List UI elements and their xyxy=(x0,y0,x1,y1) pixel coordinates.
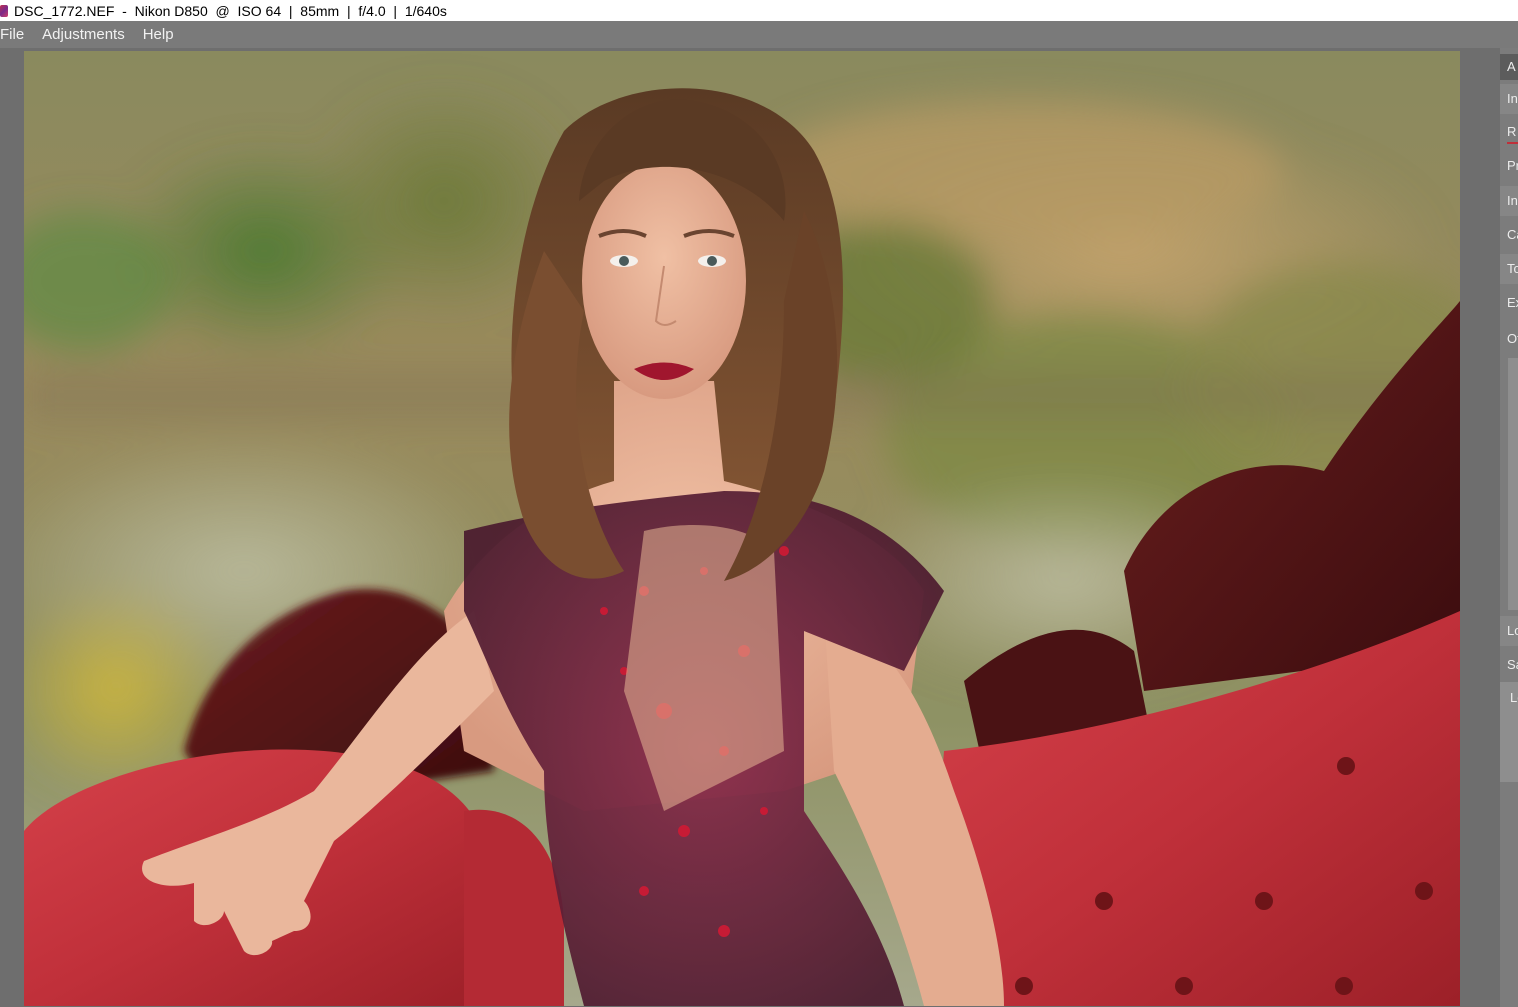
panel-section-label: In xyxy=(1507,193,1518,208)
panel-item-label: Ot xyxy=(1507,331,1518,346)
panel-header-label: A xyxy=(1507,59,1516,74)
photo-canvas[interactable] xyxy=(24,51,1460,1006)
panel-section-image[interactable]: In xyxy=(1500,84,1518,114)
panel-item-camera[interactable]: Ca xyxy=(1500,218,1518,252)
panel-section-tone[interactable]: To xyxy=(1500,254,1518,284)
panel-item-other[interactable]: Ot xyxy=(1500,322,1518,356)
panel-item-saturation[interactable]: Sa xyxy=(1500,648,1518,682)
active-tab-indicator xyxy=(1507,142,1518,144)
panel-item-label: Ex xyxy=(1507,295,1518,310)
menu-adjustments[interactable]: Adjustments xyxy=(33,21,134,48)
panel-section-input[interactable]: In xyxy=(1500,186,1518,216)
panel-item-exposure[interactable]: Ex xyxy=(1500,286,1518,320)
menu-file[interactable]: File xyxy=(0,21,33,48)
panel-item-profile[interactable]: Pr xyxy=(1500,150,1518,182)
panel-item-label: Sa xyxy=(1507,657,1518,672)
tone-curve-area[interactable] xyxy=(1508,358,1518,610)
panel-section-label: Lo xyxy=(1507,623,1518,638)
window-title: DSC_1772.NEF - Nikon D850 @ ISO 64 | 85m… xyxy=(14,2,447,19)
app-icon xyxy=(0,4,8,17)
window-title-bar: DSC_1772.NEF - Nikon D850 @ ISO 64 | 85m… xyxy=(0,0,1518,21)
panel-section-label: To xyxy=(1507,261,1518,276)
workspace: A In R Pr In Ca To Ex Ot Lo Sa xyxy=(0,48,1518,1007)
panel-item-label: Ca xyxy=(1507,227,1518,242)
panel-item-label: Lo xyxy=(1510,690,1518,705)
panel-item-label: Pr xyxy=(1507,158,1518,173)
panel-header[interactable]: A xyxy=(1500,54,1518,80)
menu-bar: File Adjustments Help xyxy=(0,21,1518,48)
panel-section-label: In xyxy=(1507,91,1518,106)
panel-local-subpanel[interactable]: Lo xyxy=(1500,682,1518,782)
photo-image xyxy=(24,51,1460,1006)
panel-item-label: R xyxy=(1507,124,1517,139)
adjustments-panel: A In R Pr In Ca To Ex Ot Lo Sa xyxy=(1500,48,1518,1007)
panel-section-local[interactable]: Lo xyxy=(1500,616,1518,646)
menu-help[interactable]: Help xyxy=(134,21,183,48)
